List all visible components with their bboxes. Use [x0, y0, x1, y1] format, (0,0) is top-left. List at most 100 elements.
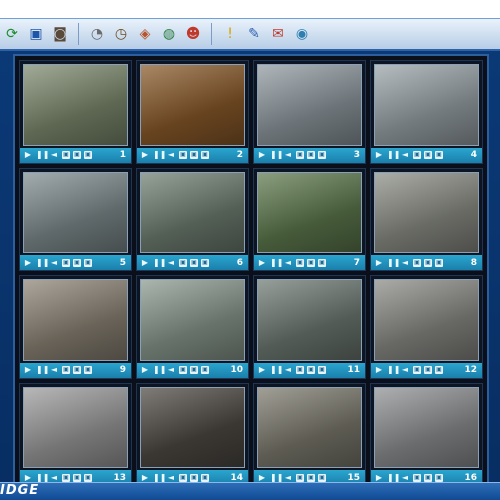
play-icon[interactable]: ▶	[374, 366, 384, 374]
play-icon[interactable]: ▶	[140, 366, 150, 374]
snapshot-icon[interactable]: ▣	[62, 258, 70, 267]
record-icon[interactable]: ▣	[73, 258, 81, 267]
play-icon[interactable]: ▶	[140, 151, 150, 159]
snapshot-icon[interactable]: ▣	[179, 473, 187, 482]
pause-icon[interactable]: ❚❚	[153, 151, 166, 159]
play-icon[interactable]: ▶	[374, 151, 384, 159]
settings-icon[interactable]: ▣	[435, 366, 443, 374]
record-icon[interactable]: ▣	[73, 366, 81, 374]
camera-channel[interactable]: ▶ ❚❚ ◄ ▣ ▣ ▣ 9	[19, 275, 132, 379]
play-icon[interactable]: ▶	[140, 258, 150, 267]
settings-icon[interactable]: ▣	[84, 473, 92, 482]
audio-icon[interactable]: ◄	[400, 473, 410, 482]
audio-icon[interactable]: ◄	[166, 151, 176, 159]
record-icon[interactable]: ◔	[86, 23, 108, 45]
snapshot-icon[interactable]: ▣	[413, 366, 421, 374]
audio-icon[interactable]: ◄	[283, 473, 293, 482]
audio-icon[interactable]: ◄	[400, 258, 410, 267]
audio-icon[interactable]: ◄	[166, 366, 176, 374]
camera-channel[interactable]: ▶ ❚❚ ◄ ▣ ▣ ▣ 5	[19, 167, 132, 271]
settings-icon[interactable]: ▣	[84, 366, 92, 374]
camera-channel[interactable]: ▶ ❚❚ ◄ ▣ ▣ ▣ 13	[19, 382, 132, 486]
settings-icon[interactable]: ▣	[201, 366, 209, 374]
settings-icon[interactable]: ▣	[435, 151, 443, 159]
record-icon[interactable]: ▣	[424, 473, 432, 482]
camera-channel[interactable]: ▶ ❚❚ ◄ ▣ ▣ ▣ 12	[370, 275, 483, 379]
play-icon[interactable]: ▶	[140, 473, 150, 482]
pause-icon[interactable]: ❚❚	[270, 258, 283, 267]
camera-channel[interactable]: ▶ ❚❚ ◄ ▣ ▣ ▣ 3	[253, 60, 366, 164]
message-icon[interactable]: ✉	[267, 23, 289, 45]
camera-channel[interactable]: ▶ ❚❚ ◄ ▣ ▣ ▣ 6	[136, 167, 249, 271]
camera-channel[interactable]: ▶ ❚❚ ◄ ▣ ▣ ▣ 11	[253, 275, 366, 379]
settings-icon[interactable]: ▣	[201, 473, 209, 482]
camera-channel[interactable]: ▶ ❚❚ ◄ ▣ ▣ ▣ 2	[136, 60, 249, 164]
record-icon[interactable]: ▣	[424, 151, 432, 159]
camera-feed[interactable]	[257, 386, 362, 468]
pause-icon[interactable]: ❚❚	[387, 151, 400, 159]
help-icon[interactable]: ◉	[291, 23, 313, 45]
camera-feed[interactable]	[140, 386, 245, 468]
pause-icon[interactable]: ❚❚	[36, 151, 49, 159]
settings-icon[interactable]: ▣	[84, 151, 92, 159]
camera-feed[interactable]	[23, 171, 128, 253]
snapshot-icon[interactable]: ▣	[413, 473, 421, 482]
record-icon[interactable]: ▣	[307, 473, 315, 482]
camera-channel[interactable]: ▶ ❚❚ ◄ ▣ ▣ ▣ 14	[136, 382, 249, 486]
camera-feed[interactable]	[257, 64, 362, 146]
snapshot-icon[interactable]: ▣	[179, 151, 187, 159]
connect-icon[interactable]: ⟳	[1, 23, 23, 45]
pause-icon[interactable]: ❚❚	[36, 473, 49, 482]
globe-icon[interactable]: ◍	[158, 23, 180, 45]
snapshot-icon[interactable]: ▣	[413, 151, 421, 159]
users-icon[interactable]: ☻	[182, 23, 204, 45]
pause-icon[interactable]: ❚❚	[387, 473, 400, 482]
settings-icon[interactable]: ▣	[318, 366, 326, 374]
camera-feed[interactable]	[23, 64, 128, 146]
record-icon[interactable]: ▣	[73, 473, 81, 482]
play-icon[interactable]: ▶	[23, 258, 33, 267]
pause-icon[interactable]: ❚❚	[36, 366, 49, 374]
snapshot-icon[interactable]: ◙	[49, 23, 71, 45]
pause-icon[interactable]: ❚❚	[270, 366, 283, 374]
save-icon[interactable]: ▣	[25, 23, 47, 45]
record-icon[interactable]: ▣	[307, 258, 315, 267]
snapshot-icon[interactable]: ▣	[62, 473, 70, 482]
camera-feed[interactable]	[257, 279, 362, 361]
pause-icon[interactable]: ❚❚	[270, 473, 283, 482]
camera-feed[interactable]	[257, 171, 362, 253]
record-icon[interactable]: ▣	[307, 151, 315, 159]
play-icon[interactable]: ▶	[257, 151, 267, 159]
clock-icon[interactable]: ◷	[110, 23, 132, 45]
settings-icon[interactable]: ▣	[435, 258, 443, 267]
snapshot-icon[interactable]: ▣	[413, 258, 421, 267]
audio-icon[interactable]: ◄	[283, 151, 293, 159]
play-icon[interactable]: ▶	[23, 473, 33, 482]
snapshot-icon[interactable]: ▣	[62, 366, 70, 374]
play-icon[interactable]: ▶	[23, 151, 33, 159]
settings-icon[interactable]: ▣	[318, 473, 326, 482]
play-icon[interactable]: ▶	[374, 473, 384, 482]
pause-icon[interactable]: ❚❚	[387, 366, 400, 374]
snapshot-icon[interactable]: ▣	[296, 473, 304, 482]
camera-feed[interactable]	[140, 279, 245, 361]
record-icon[interactable]: ▣	[73, 151, 81, 159]
pause-icon[interactable]: ❚❚	[387, 258, 400, 267]
record-icon[interactable]: ▣	[307, 366, 315, 374]
playback-icon[interactable]: ◈	[134, 23, 156, 45]
camera-feed[interactable]	[374, 386, 479, 468]
camera-feed[interactable]	[140, 64, 245, 146]
camera-channel[interactable]: ▶ ❚❚ ◄ ▣ ▣ ▣ 7	[253, 167, 366, 271]
snapshot-icon[interactable]: ▣	[179, 258, 187, 267]
camera-feed[interactable]	[23, 279, 128, 361]
audio-icon[interactable]: ◄	[283, 366, 293, 374]
audio-icon[interactable]: ◄	[166, 258, 176, 267]
settings-icon[interactable]: ▣	[435, 473, 443, 482]
play-icon[interactable]: ▶	[23, 366, 33, 374]
camera-channel[interactable]: ▶ ❚❚ ◄ ▣ ▣ ▣ 15	[253, 382, 366, 486]
record-icon[interactable]: ▣	[190, 366, 198, 374]
audio-icon[interactable]: ◄	[49, 473, 59, 482]
audio-icon[interactable]: ◄	[49, 258, 59, 267]
camera-channel[interactable]: ▶ ❚❚ ◄ ▣ ▣ ▣ 8	[370, 167, 483, 271]
camera-feed[interactable]	[374, 64, 479, 146]
